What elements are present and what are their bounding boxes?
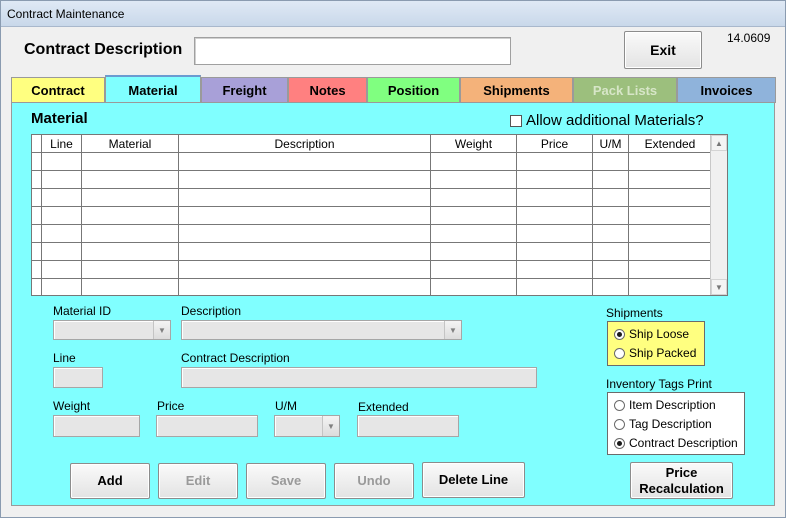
tab-shipments[interactable]: Shipments (460, 77, 573, 103)
tab-material-label: Material (128, 82, 178, 98)
ship-loose-label: Ship Loose (629, 327, 690, 341)
extended-label: Extended (358, 400, 409, 414)
description-combobox[interactable]: ▼ (181, 320, 462, 340)
shipments-option-group: Ship Loose Ship Packed (607, 321, 705, 366)
title-bar: Contract Maintenance (1, 1, 785, 27)
grid-divider (592, 135, 593, 295)
undo-button[interactable]: Undo (334, 463, 414, 499)
radio-selected-icon[interactable] (614, 437, 625, 449)
tab-pack-lists-label: Pack Lists (592, 83, 658, 98)
contract-description-option[interactable]: Contract Description (614, 436, 738, 450)
ship-packed-option[interactable]: Ship Packed (614, 346, 696, 360)
grid-divider (430, 135, 431, 295)
tab-shipments-label: Shipments (483, 83, 550, 98)
column-header-description[interactable]: Description (179, 135, 431, 153)
table-row[interactable] (32, 153, 712, 171)
price-recalculation-line2: Recalculation (639, 480, 724, 496)
column-header-material[interactable]: Material (82, 135, 179, 153)
price-label: Price (157, 399, 185, 413)
tag-description-option[interactable]: Tag Description (614, 417, 712, 431)
window-title: Contract Maintenance (7, 7, 125, 21)
extended-field[interactable] (357, 415, 459, 437)
price-recalculation-line1: Price (665, 464, 698, 480)
scroll-up-arrow-icon[interactable]: ▲ (711, 135, 727, 151)
grid-vertical-scrollbar[interactable]: ▲ ▼ (710, 135, 727, 295)
add-button[interactable]: Add (70, 463, 150, 499)
allow-additional-materials-label: Allow additional Materials? (526, 112, 704, 129)
grid-divider (81, 135, 82, 295)
grid-divider (628, 135, 629, 295)
tab-contract[interactable]: Contract (11, 77, 105, 103)
material-section-title: Material (31, 110, 88, 127)
grid-divider (516, 135, 517, 295)
tab-position-label: Position (387, 83, 440, 98)
radio-unselected-icon[interactable] (614, 399, 625, 411)
table-row[interactable] (32, 279, 712, 295)
tab-freight-label: Freight (222, 83, 267, 98)
table-row[interactable] (32, 261, 712, 279)
column-header-extended[interactable]: Extended (629, 135, 712, 153)
contract-description-input[interactable] (194, 37, 511, 65)
column-header-price[interactable]: Price (517, 135, 593, 153)
tab-material[interactable]: Material (105, 75, 201, 103)
material-id-combobox[interactable]: ▼ (53, 320, 171, 340)
line-field[interactable] (53, 367, 103, 388)
weight-label: Weight (53, 399, 91, 413)
column-header-line[interactable]: Line (42, 135, 82, 153)
inventory-tags-print-label: Inventory Tags Print (606, 377, 712, 391)
version-label: 14.0609 (727, 31, 771, 45)
scroll-down-arrow-icon[interactable]: ▼ (711, 279, 727, 295)
form-contract-description-field[interactable] (181, 367, 537, 388)
material-grid[interactable]: Line Material Description Weight Price U… (31, 134, 728, 296)
grid-divider (178, 135, 179, 295)
tag-description-label: Tag Description (629, 417, 712, 431)
weight-field[interactable] (53, 415, 140, 437)
exit-button[interactable]: Exit (624, 31, 702, 69)
price-field[interactable] (156, 415, 258, 437)
tab-freight[interactable]: Freight (201, 77, 288, 103)
ship-packed-label: Ship Packed (629, 346, 697, 360)
radio-unselected-icon[interactable] (614, 347, 625, 359)
allow-additional-materials-checkbox[interactable] (510, 115, 522, 127)
ship-loose-option[interactable]: Ship Loose (614, 327, 689, 341)
grid-divider (41, 135, 42, 295)
chevron-down-icon[interactable]: ▼ (322, 416, 339, 436)
description-label: Description (181, 304, 242, 318)
chevron-down-icon[interactable]: ▼ (153, 321, 170, 339)
tab-invoices[interactable]: Invoices (677, 77, 776, 103)
form-contract-description-label: Contract Description (181, 351, 290, 365)
material-id-label: Material ID (53, 304, 112, 318)
radio-unselected-icon[interactable] (614, 418, 625, 430)
tab-notes[interactable]: Notes (288, 77, 367, 103)
table-row[interactable] (32, 225, 712, 243)
save-button[interactable]: Save (246, 463, 326, 499)
chevron-down-icon[interactable]: ▼ (444, 321, 461, 339)
tab-position[interactable]: Position (367, 77, 460, 103)
tab-notes-label: Notes (309, 83, 346, 98)
radio-selected-icon[interactable] (614, 328, 625, 340)
shipments-label: Shipments (606, 306, 663, 320)
line-label: Line (53, 351, 76, 365)
contract-description-label: Contract Description (24, 41, 183, 58)
contract-description-option-label: Contract Description (629, 436, 738, 450)
column-header-um[interactable]: U/M (593, 135, 629, 153)
column-header-weight[interactable]: Weight (431, 135, 517, 153)
tab-pack-lists: Pack Lists (573, 77, 677, 103)
um-combobox[interactable]: ▼ (274, 415, 340, 437)
item-description-option[interactable]: Item Description (614, 398, 716, 412)
table-row[interactable] (32, 207, 712, 225)
table-row[interactable] (32, 189, 712, 207)
contract-maintenance-window: Contract Maintenance Contract Descriptio… (0, 0, 786, 518)
tab-contract-label: Contract (31, 83, 85, 98)
table-row[interactable] (32, 243, 712, 261)
inventory-tags-option-group: Item Description Tag Description Contrac… (607, 392, 745, 455)
tab-invoices-label: Invoices (700, 83, 753, 98)
item-description-label: Item Description (629, 398, 716, 412)
edit-button[interactable]: Edit (158, 463, 238, 499)
um-label: U/M (275, 399, 297, 413)
price-recalculation-button[interactable]: Price Recalculation (630, 462, 733, 499)
delete-line-button[interactable]: Delete Line (422, 462, 525, 498)
table-row[interactable] (32, 171, 712, 189)
